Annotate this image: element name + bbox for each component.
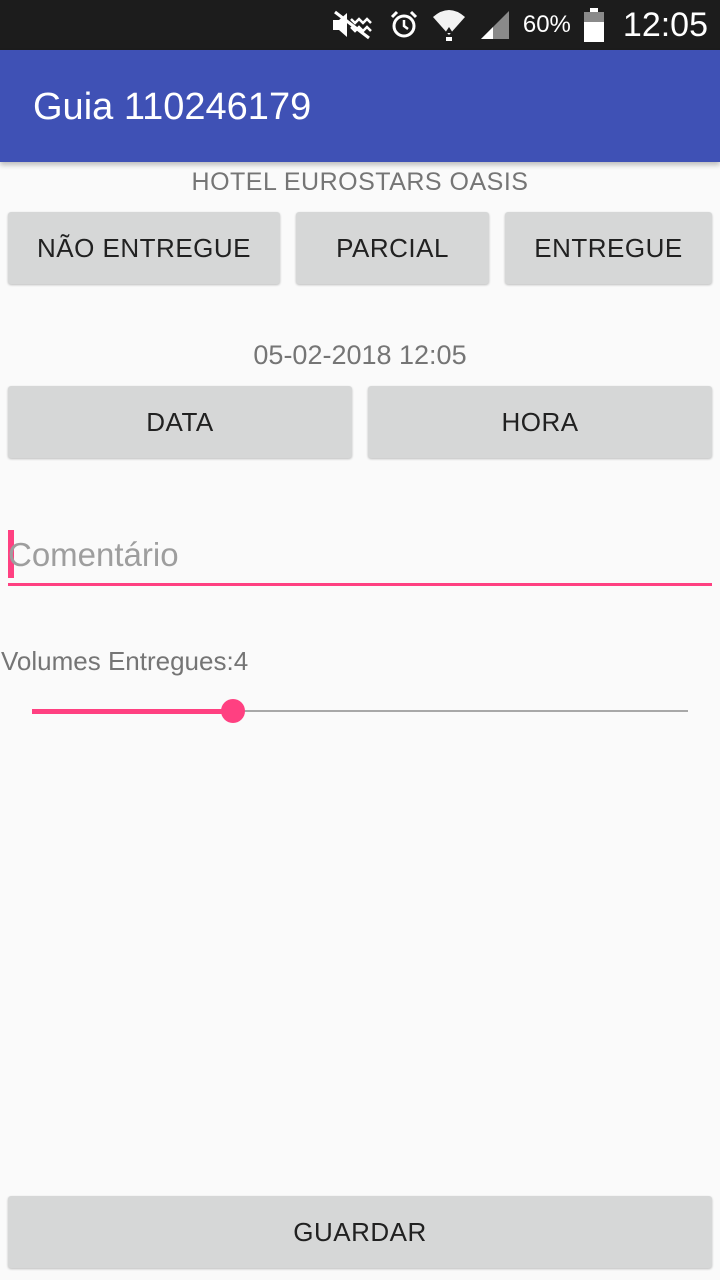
mute-icon [329,10,377,40]
battery-icon [583,8,605,42]
volumes-label: Volumes Entregues:4 [1,646,249,676]
alarm-icon [389,10,419,40]
hora-button[interactable]: HORA [368,386,712,458]
datetime-display: 05-02-2018 12:05 [253,340,467,370]
slider-thumb[interactable] [221,699,246,723]
entregue-button[interactable]: ENTREGUE [505,212,712,284]
nao-entregue-button[interactable]: NÃO ENTREGUE [8,212,280,284]
data-button[interactable]: DATA [8,386,352,458]
comment-input[interactable] [8,528,712,582]
parcial-button[interactable]: PARCIAL [296,212,489,284]
clock: 12:05 [622,5,708,44]
comment-field [8,528,712,586]
hotel-name: HOTEL EUROSTARS OASIS [191,168,529,196]
wifi-icon [431,7,467,43]
volumes-slider[interactable] [32,696,688,726]
battery-percent: 60% [522,11,571,38]
status-bar: 60% 12:05 [0,0,720,50]
guardar-button[interactable]: GUARDAR [8,1196,712,1268]
slider-fill [32,709,234,714]
app-bar: Guia 110246179 [0,50,720,162]
page-title: Guia 110246179 [33,86,312,128]
signal-icon [479,9,511,41]
status-icons: 60% 12:05 [329,0,708,50]
